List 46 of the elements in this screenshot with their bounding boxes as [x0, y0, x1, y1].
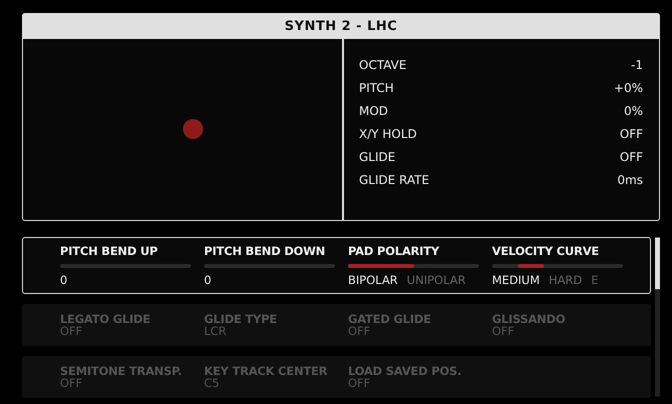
panel-title: SYNTH 2 - LHC: [23, 14, 659, 39]
parameter-label: GATED GLIDE: [348, 312, 432, 326]
info-label: GLIDE RATE: [359, 173, 430, 187]
scrollbar[interactable]: [655, 237, 660, 397]
info-value: 0%: [624, 104, 643, 118]
option-label[interactable]: E: [591, 273, 598, 287]
info-value: -1: [631, 58, 643, 72]
parameter-value: 0: [60, 273, 68, 287]
option-track[interactable]: [348, 264, 479, 268]
info-label: GLIDE: [359, 150, 396, 164]
parameter-label: VELOCITY CURVE: [492, 244, 600, 258]
info-label: OCTAVE: [359, 58, 406, 72]
pad-cursor[interactable]: [183, 119, 203, 139]
parameter-value: OFF: [348, 324, 372, 338]
parameter-label: LEGATO GLIDE: [60, 312, 152, 326]
option-label[interactable]: MEDIUM: [492, 273, 540, 287]
option-label[interactable]: HARD: [548, 273, 582, 287]
parameter-label: SEMITONE TRANSP.: [60, 364, 183, 378]
parameter-label: PAD POLARITY: [348, 244, 440, 258]
parameter-value: OFF: [492, 324, 516, 338]
slider-track[interactable]: [204, 264, 335, 268]
parameter-value: OFF: [348, 376, 372, 390]
parameter-label: GLIDE TYPE: [204, 312, 278, 326]
parameter-value: OFF: [60, 376, 84, 390]
option-track[interactable]: [492, 264, 623, 268]
info-value: OFF: [620, 150, 643, 164]
parameter-label: KEY TRACK CENTER: [204, 364, 328, 378]
parameter-label: PITCH BEND UP: [60, 244, 159, 258]
parameter-value: 0: [204, 273, 212, 287]
info-value: 0ms: [617, 173, 643, 187]
parameter-label: LOAD SAVED POS.: [348, 364, 462, 378]
info-label: MOD: [359, 104, 388, 118]
option-label[interactable]: UNIPOLAR: [406, 273, 466, 287]
parameter-label: GLISSANDO: [492, 312, 566, 326]
info-value: OFF: [620, 127, 643, 141]
parameter-row[interactable]: PITCH BEND UP 0 PITCH BEND DOWN 0 PAD POLARITY BIPOLAR UNIPOLAR VELOCITY CURVE MEDIUM HARD E: [22, 237, 652, 294]
option-indicator: [518, 264, 544, 268]
parameter-value: LCR: [204, 324, 228, 338]
info-label: PITCH: [359, 81, 394, 95]
info-value: +0%: [614, 81, 643, 95]
parameter-value: OFF: [60, 324, 84, 338]
option-label[interactable]: BIPOLAR: [348, 273, 398, 287]
slider-track[interactable]: [60, 264, 191, 268]
parameter-value: C5: [204, 376, 220, 390]
info-label: X/Y HOLD: [359, 127, 417, 141]
parameter-label: PITCH BEND DOWN: [204, 244, 326, 258]
